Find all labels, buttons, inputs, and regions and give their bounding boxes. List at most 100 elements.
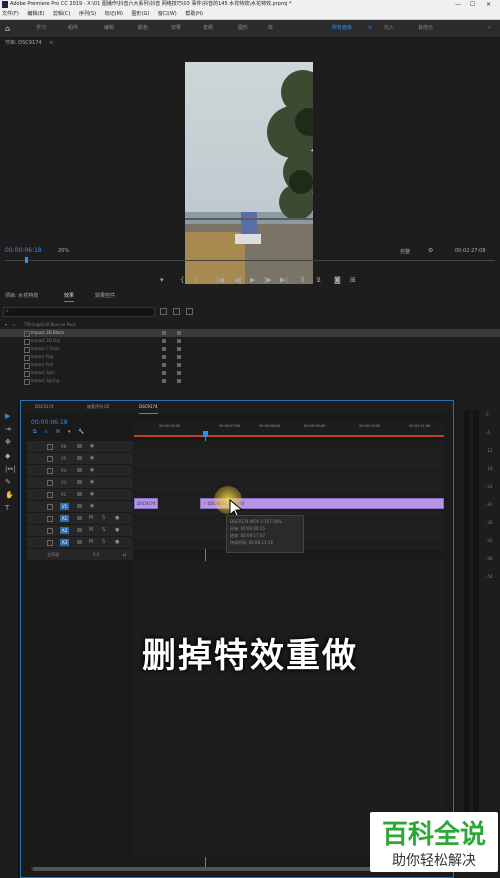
folder-toggle-icon[interactable]: ▾ (5, 321, 7, 329)
32bit-filter-icon[interactable] (173, 308, 180, 315)
yuv-filter-icon[interactable] (186, 308, 193, 315)
menu-graphics[interactable]: 图形(G) (132, 9, 150, 19)
workspace-tab[interactable]: 图形 (238, 20, 248, 37)
tab-project[interactable]: 项目: 水花特效 (5, 291, 38, 301)
sync-lock-icon[interactable] (77, 528, 82, 532)
menu-edit[interactable]: 编辑(E) (27, 9, 44, 19)
zoom-select[interactable]: 20% (58, 248, 69, 254)
snap-icon[interactable]: ∩ (44, 429, 48, 435)
lock-icon[interactable] (47, 528, 53, 534)
track-header-v5[interactable]: V5 ◉ (27, 453, 133, 464)
effect-item[interactable]: Impact C Push (0, 345, 500, 353)
linked-selection-icon[interactable]: ⌘ (55, 429, 60, 435)
effects-search-input[interactable]: ⌕ (3, 307, 155, 317)
menu-clip[interactable]: 剪辑(C) (53, 9, 70, 19)
type-tool-icon[interactable]: T (5, 504, 9, 512)
eye-icon[interactable]: ◉ (90, 441, 94, 452)
minimize-button[interactable]: — (455, 0, 461, 9)
step-forward-icon[interactable]: |▶ (264, 276, 272, 284)
menu-marker[interactable]: 标记(M) (105, 9, 123, 19)
lock-icon[interactable] (47, 516, 53, 522)
nest-toggle-icon[interactable]: ⧉ (33, 429, 37, 435)
mute-icon[interactable]: M (89, 513, 93, 524)
lock-icon[interactable] (47, 504, 53, 510)
track-lane-v6[interactable] (134, 441, 444, 453)
track-header-v3[interactable]: V3 ◉ (27, 477, 133, 488)
track-header-a2[interactable]: A2 M S ● (27, 525, 133, 536)
selection-tool-icon[interactable]: ▶ (5, 412, 10, 420)
sync-lock-icon[interactable] (77, 480, 82, 484)
overflow-icon[interactable]: » (488, 20, 491, 37)
track-lane-v4[interactable] (134, 465, 444, 477)
step-back-icon[interactable]: ◀| (234, 276, 242, 284)
track-lane-v5[interactable] (134, 453, 444, 465)
timeline-tab-active[interactable]: DSC9174 (139, 401, 158, 414)
mute-icon[interactable]: M (89, 525, 93, 536)
workspace-tab[interactable]: 编辑 (104, 20, 114, 37)
timeline-tab[interactable]: DSC9174 (35, 401, 54, 413)
close-button[interactable]: ✕ (486, 0, 491, 9)
workspace-tab[interactable]: 其他元 (418, 20, 433, 37)
menu-help[interactable]: 帮助(H) (185, 9, 203, 19)
mute-icon[interactable]: M (89, 537, 93, 548)
effect-item[interactable]: Impact Spring (0, 377, 500, 385)
comparison-view-icon[interactable]: ⊞ (350, 276, 356, 284)
add-marker-icon[interactable]: ▾ (160, 276, 164, 284)
sync-lock-icon[interactable] (77, 516, 82, 520)
workspace-tab-active[interactable]: 所有面板 (332, 20, 352, 37)
lock-icon[interactable] (47, 480, 53, 486)
panel-menu-icon[interactable]: ≡ (49, 40, 53, 46)
hand-tool-icon[interactable]: ✋ (5, 491, 14, 499)
slip-tool-icon[interactable]: |↔| (5, 465, 16, 473)
lift-icon[interactable]: ⊼ (300, 276, 305, 284)
solo-icon[interactable]: S (102, 537, 105, 548)
menu-sequence[interactable]: 序列(S) (79, 9, 96, 19)
mark-in-icon[interactable]: { (180, 276, 184, 284)
mark-out-icon[interactable]: } (193, 276, 197, 284)
eye-icon[interactable]: ◉ (90, 501, 94, 512)
workspace-tab[interactable]: 库 (268, 20, 273, 37)
track-select-tool-icon[interactable]: ⇥ (5, 425, 11, 433)
effect-item[interactable]: Impact 3D Block (0, 329, 500, 337)
voice-record-icon[interactable]: ● (115, 525, 119, 536)
ripple-edit-tool-icon[interactable]: ✥ (5, 438, 11, 446)
workspace-tab[interactable]: 元入 (384, 20, 394, 37)
effects-folder[interactable]: ▾ ▭ TXImageCell Bounce Pack (0, 321, 500, 329)
solo-icon[interactable]: S (102, 525, 105, 536)
sync-lock-icon[interactable] (77, 540, 82, 544)
monitor-panel-title[interactable]: 节目: DSC9174 (5, 40, 42, 46)
video-clip[interactable]: DSC9174 [V] (134, 498, 158, 509)
sync-lock-icon[interactable] (77, 492, 82, 496)
scrub-bar[interactable] (5, 260, 495, 261)
master-volume[interactable]: 0.0 (93, 549, 99, 560)
solo-icon[interactable]: S (102, 513, 105, 524)
home-icon[interactable]: ⌂ (5, 24, 14, 33)
eye-icon[interactable]: ◉ (90, 489, 94, 500)
eye-icon[interactable]: ◉ (90, 453, 94, 464)
extract-icon[interactable]: ⊻ (316, 276, 321, 284)
workspace-tab[interactable]: 效果 (171, 20, 181, 37)
timeline-timecode[interactable]: 00:00:06:18 (31, 419, 68, 426)
lock-icon[interactable] (47, 492, 53, 498)
eye-icon[interactable]: ◉ (90, 465, 94, 476)
lock-icon[interactable] (47, 540, 53, 546)
quality-select[interactable]: 完整 (400, 248, 410, 255)
voice-record-icon[interactable]: ● (115, 513, 119, 524)
effect-item[interactable]: Impact Pop (0, 353, 500, 361)
workspace-tab[interactable]: 学习 (36, 20, 46, 37)
track-lane-v3[interactable] (134, 477, 444, 489)
effect-item[interactable]: Impact 3D Flip (0, 337, 500, 345)
export-frame-icon[interactable]: ◙ (334, 276, 341, 284)
workspace-tab[interactable]: 音频 (203, 20, 213, 37)
eye-icon[interactable]: ◉ (90, 477, 94, 488)
workspace-tab[interactable]: 组件 (68, 20, 78, 37)
go-to-out-icon[interactable]: ▶| (280, 276, 288, 284)
menu-window[interactable]: 窗口(W) (158, 9, 177, 19)
effect-item[interactable]: Impact Pull (0, 361, 500, 369)
lock-icon[interactable] (47, 468, 53, 474)
maximize-button[interactable]: ☐ (470, 0, 475, 9)
voice-record-icon[interactable]: ● (115, 537, 119, 548)
track-header-v4[interactable]: V4 ◉ (27, 465, 133, 476)
sync-lock-icon[interactable] (77, 504, 82, 508)
sync-lock-icon[interactable] (77, 468, 82, 472)
